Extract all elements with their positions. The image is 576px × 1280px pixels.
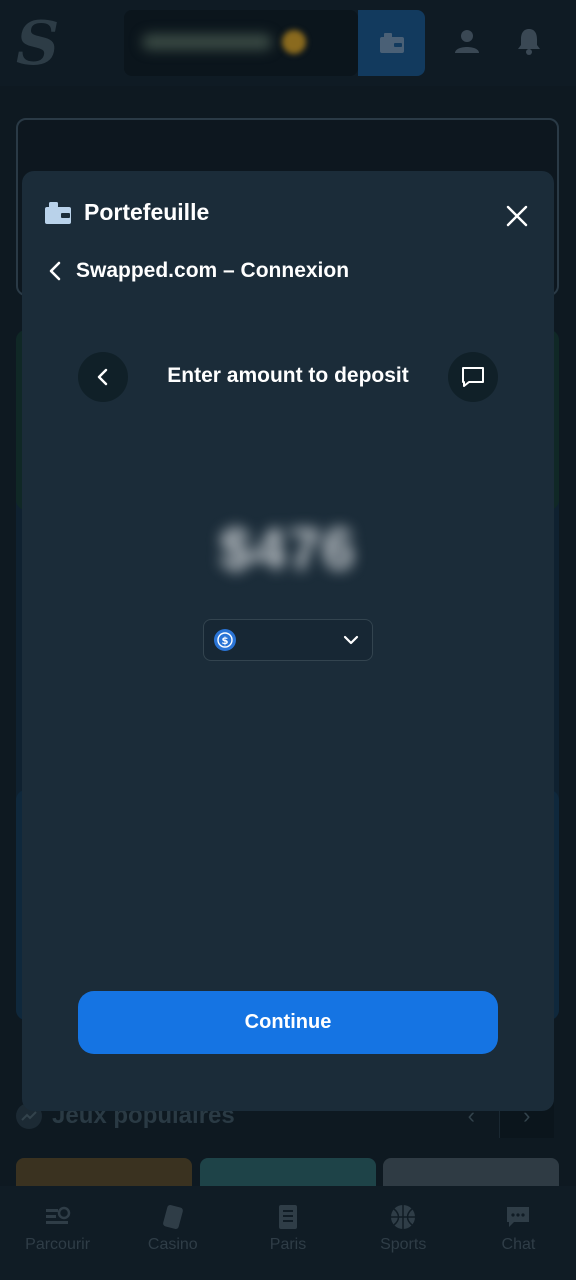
close-icon	[506, 205, 528, 227]
balance-amount	[142, 34, 272, 50]
nav-item-sports[interactable]: Sports	[346, 1186, 461, 1280]
nav-label: Chat	[501, 1236, 536, 1253]
step-title: Enter amount to deposit	[167, 364, 409, 387]
svg-text:S: S	[16, 12, 58, 72]
chevron-down-icon	[343, 635, 359, 645]
nav-label: Casino	[147, 1236, 198, 1253]
balance-display[interactable]	[124, 10, 358, 76]
nav-label: Sports	[380, 1236, 427, 1253]
step-back-button[interactable]	[78, 352, 128, 402]
chevron-left-icon	[97, 368, 108, 386]
nav-item-casino[interactable]: Casino	[115, 1186, 230, 1280]
wallet-icon	[379, 33, 404, 53]
wallet-icon	[45, 201, 71, 224]
back-to-providers-link[interactable]: Swapped.com – Connexion	[48, 259, 349, 283]
svg-text:$: $	[222, 636, 229, 647]
nav-item-paris[interactable]: Paris	[230, 1186, 345, 1280]
close-button[interactable]	[502, 201, 532, 231]
wallet-button[interactable]	[358, 10, 425, 76]
wallet-modal: Portefeuille Swapped.com – Connexion Ent…	[22, 171, 554, 1111]
user-icon[interactable]	[452, 26, 482, 56]
bottom-nav: Parcourir Casino Paris Sports Chat	[0, 1186, 576, 1280]
cards-icon	[159, 1204, 187, 1230]
deposit-step-header: Enter amount to deposit	[78, 352, 498, 402]
support-chat-button[interactable]	[448, 352, 498, 402]
browse-icon	[44, 1204, 72, 1230]
nav-item-chat[interactable]: Chat	[461, 1186, 576, 1280]
continue-button[interactable]: Continue	[78, 991, 498, 1054]
basketball-icon	[389, 1204, 417, 1230]
chat-icon	[504, 1204, 532, 1230]
logo-icon[interactable]: S	[14, 12, 58, 72]
bell-icon[interactable]	[514, 26, 544, 56]
provider-title: Swapped.com – Connexion	[76, 259, 350, 282]
nav-label: Parcourir	[25, 1236, 91, 1253]
nav-item-parcourir[interactable]: Parcourir	[0, 1186, 115, 1280]
modal-title: Portefeuille	[84, 199, 210, 225]
app-header: S	[0, 0, 576, 86]
chevron-left-icon	[49, 261, 61, 281]
currency-dropdown[interactable]: $	[203, 619, 373, 661]
usdc-icon: $	[214, 629, 236, 651]
betslip-icon	[274, 1204, 302, 1230]
modal-header: Portefeuille	[44, 199, 209, 226]
currency-coin-icon	[282, 30, 306, 54]
message-icon	[462, 367, 484, 387]
deposit-amount[interactable]: $476	[22, 516, 554, 583]
nav-label: Paris	[269, 1236, 307, 1253]
